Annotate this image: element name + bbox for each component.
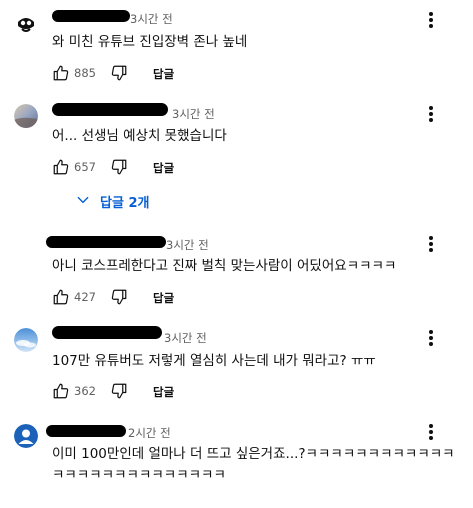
comment-actions: 427 답글 xyxy=(52,288,252,308)
chevron-down-icon xyxy=(76,193,90,211)
avatar[interactable] xyxy=(14,328,38,352)
redacted-username xyxy=(52,10,130,22)
comment-time: 3시간 전 xyxy=(164,331,207,345)
avatar[interactable] xyxy=(14,424,38,448)
redacted-username xyxy=(46,236,166,248)
reply-button[interactable]: 답글 xyxy=(153,290,174,306)
like-icon[interactable] xyxy=(52,382,70,400)
comment-actions: 362 답글 xyxy=(52,382,252,402)
comment-text: 아니 코스프레한다고 진짜 벌칙 맞는사람이 어딨어요ㅋㅋㅋㅋ xyxy=(52,258,397,274)
comment-text: 107만 유튜버도 저렇게 열심히 사는데 내가 뭐라고? ㅠㅠ xyxy=(52,353,376,369)
reply-button[interactable]: 답글 xyxy=(153,66,174,82)
like-count: 427 xyxy=(74,290,96,304)
like-icon[interactable] xyxy=(52,158,70,176)
comment-text-line2: ㅋㅋㅋㅋㅋㅋㅋㅋㅋㅋㅋㅋㅋㅋ xyxy=(52,467,226,483)
comment-time: 2시간 전 xyxy=(128,426,171,440)
more-options-icon[interactable] xyxy=(428,328,434,348)
view-replies-button[interactable]: 답글 2개 xyxy=(76,192,166,211)
like-count: 362 xyxy=(74,384,96,398)
comment-time: 3시간 전 xyxy=(166,238,209,252)
comment-time: 3시간 전 xyxy=(130,12,173,26)
comment-text: 와 미친 유튜브 진입장벽 존나 높네 xyxy=(52,34,248,50)
redacted-username xyxy=(52,103,168,116)
more-options-icon[interactable] xyxy=(428,104,434,124)
dislike-icon[interactable] xyxy=(110,64,128,82)
like-icon[interactable] xyxy=(52,288,70,306)
more-options-icon[interactable] xyxy=(428,10,434,30)
avatar[interactable] xyxy=(14,12,38,36)
reply-button[interactable]: 답글 xyxy=(153,384,174,400)
comment-actions: 657 답글 xyxy=(52,158,252,178)
comment-text: 어... 선생님 예상치 못했습니다 xyxy=(52,128,227,144)
like-count: 657 xyxy=(74,160,96,174)
like-count: 885 xyxy=(74,66,96,80)
comment-text-line1: 이미 100만인데 얼마나 더 뜨고 싶은거죠...?ㅋㅋㅋㅋㅋㅋㅋㅋㅋㅋㅋㅋ xyxy=(52,446,455,462)
redacted-username xyxy=(52,326,162,339)
reply-button[interactable]: 답글 xyxy=(153,160,174,176)
comment-time: 3시간 전 xyxy=(172,107,215,121)
dislike-icon[interactable] xyxy=(110,382,128,400)
redacted-username xyxy=(46,425,126,437)
dislike-icon[interactable] xyxy=(110,158,128,176)
more-options-icon[interactable] xyxy=(428,422,434,442)
view-replies-label: 답글 2개 xyxy=(100,196,150,211)
avatar[interactable] xyxy=(14,104,38,128)
like-icon[interactable] xyxy=(52,64,70,82)
dislike-icon[interactable] xyxy=(110,288,128,306)
comment-actions: 885 답글 xyxy=(52,64,252,84)
more-options-icon[interactable] xyxy=(428,234,434,254)
